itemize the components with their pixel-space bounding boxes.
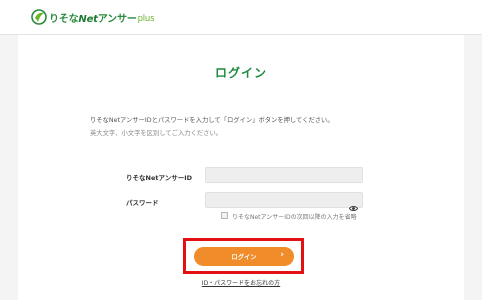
- resona-logo[interactable]: りそなNetアンサーplus: [31, 9, 155, 25]
- login-button-label: ログイン: [231, 254, 257, 261]
- password-label: パスワード: [126, 199, 159, 207]
- id-input[interactable]: [205, 167, 363, 183]
- logo-plus: plus: [137, 13, 155, 24]
- header: りそなNetアンサーplus: [0, 0, 482, 35]
- eye-icon[interactable]: [348, 197, 359, 211]
- forgot-credentials-link[interactable]: ID・パスワードをお忘れの方: [18, 278, 464, 287]
- case-sensitivity-note: 英大文字、小文字を区別してご入力ください。: [90, 130, 223, 137]
- logo-text: りそなNetアンサーplus: [49, 10, 155, 25]
- logo-main: りそな: [49, 13, 79, 25]
- remember-id-label[interactable]: りそなNetアンサーIDの次回以降の入力を省略: [232, 212, 357, 221]
- chevron-right-icon: ›: [280, 250, 284, 260]
- remember-id-checkbox[interactable]: [221, 212, 228, 219]
- id-label: りそなNetアンサーID: [126, 174, 193, 182]
- instruction-text: りそなNetアンサーIDとパスワードを入力して「ログイン」ボタンを押してください…: [90, 117, 334, 124]
- login-panel: ログイン りそなNetアンサーIDとパスワードを入力して「ログイン」ボタンを押し…: [18, 35, 464, 300]
- resona-logo-icon: [31, 9, 47, 25]
- logo-net: Net: [78, 13, 98, 25]
- password-input[interactable]: [205, 192, 363, 211]
- logo-rest: アンサー: [97, 13, 137, 25]
- page-title: ログイン: [214, 66, 267, 80]
- login-button[interactable]: ログイン ›: [194, 247, 294, 266]
